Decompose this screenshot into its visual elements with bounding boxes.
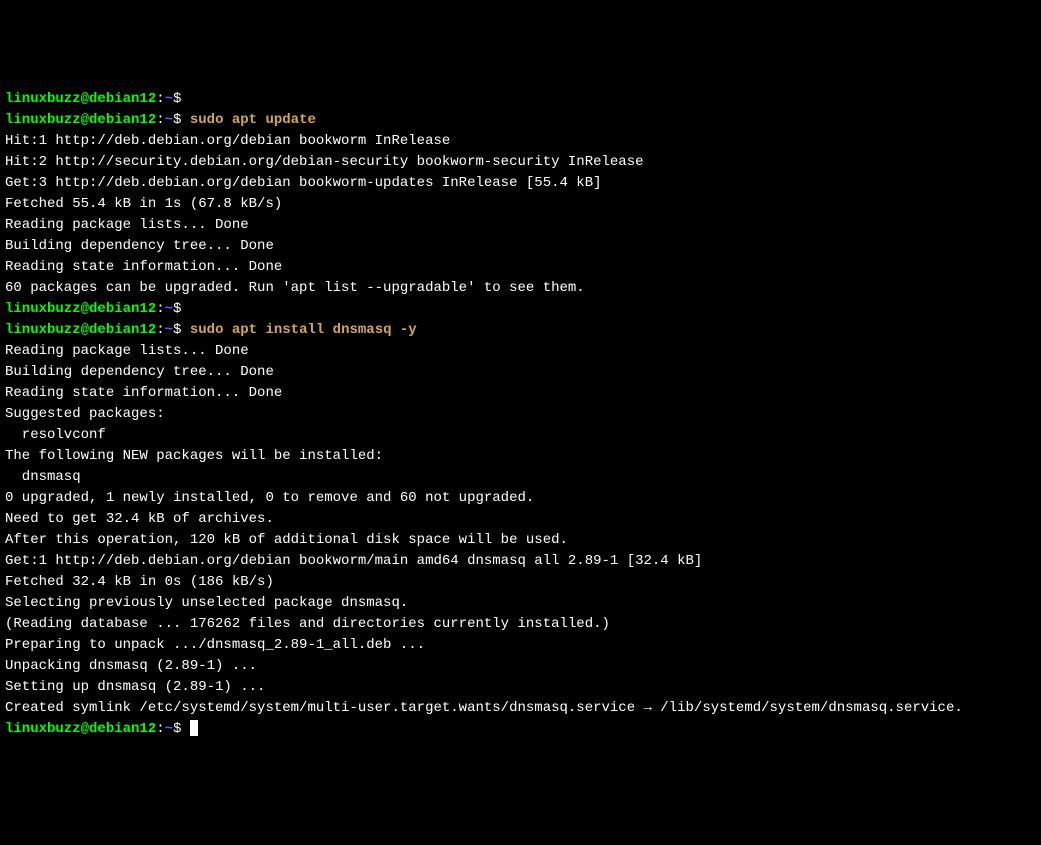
prompt-user: linuxbuzz@debian12 [5,322,156,338]
prompt-line: linuxbuzz@debian12:~$ sudo apt install d… [5,320,1036,341]
prompt-user: linuxbuzz@debian12 [5,112,156,128]
output-line: Hit:2 http://security.debian.org/debian-… [5,152,1036,173]
output-line: Selecting previously unselected package … [5,593,1036,614]
output-line: Get:3 http://deb.debian.org/debian bookw… [5,173,1036,194]
prompt-sep: : [156,112,164,128]
prompt-line: linuxbuzz@debian12:~$ [5,89,1036,110]
output-line: 0 upgraded, 1 newly installed, 0 to remo… [5,488,1036,509]
prompt-path: ~ [165,112,173,128]
terminal[interactable]: linuxbuzz@debian12:~$ linuxbuzz@debian12… [5,89,1036,740]
command-text: sudo apt install dnsmasq -y [190,322,417,338]
output-line: Need to get 32.4 kB of archives. [5,509,1036,530]
prompt-path: ~ [165,301,173,317]
output-line: Setting up dnsmasq (2.89-1) ... [5,677,1036,698]
output-line: The following NEW packages will be insta… [5,446,1036,467]
prompt-sep: : [156,301,164,317]
output-line: Reading state information... Done [5,383,1036,404]
prompt-sep: : [156,91,164,107]
output-line: Suggested packages: [5,404,1036,425]
prompt-sep: : [156,322,164,338]
prompt-dollar: $ [173,91,190,107]
prompt-line: linuxbuzz@debian12:~$ [5,719,1036,740]
prompt-line: linuxbuzz@debian12:~$ sudo apt update [5,110,1036,131]
command-text: sudo apt update [190,112,316,128]
prompt-path: ~ [165,91,173,107]
cursor[interactable] [190,720,198,736]
output-line: Get:1 http://deb.debian.org/debian bookw… [5,551,1036,572]
prompt-dollar: $ [173,721,190,737]
prompt-user: linuxbuzz@debian12 [5,91,156,107]
prompt-user: linuxbuzz@debian12 [5,301,156,317]
prompt-dollar: $ [173,301,190,317]
output-line: dnsmasq [5,467,1036,488]
prompt-user: linuxbuzz@debian12 [5,721,156,737]
output-line: Preparing to unpack .../dnsmasq_2.89-1_a… [5,635,1036,656]
prompt-dollar: $ [173,112,190,128]
output-line: resolvconf [5,425,1036,446]
output-line: Reading state information... Done [5,257,1036,278]
output-line: Building dependency tree... Done [5,236,1036,257]
output-line: Fetched 55.4 kB in 1s (67.8 kB/s) [5,194,1036,215]
output-line: (Reading database ... 176262 files and d… [5,614,1036,635]
prompt-path: ~ [165,322,173,338]
output-line: Building dependency tree... Done [5,362,1036,383]
output-line: Unpacking dnsmasq (2.89-1) ... [5,656,1036,677]
output-line: After this operation, 120 kB of addition… [5,530,1036,551]
output-line: Fetched 32.4 kB in 0s (186 kB/s) [5,572,1036,593]
output-line: Reading package lists... Done [5,215,1036,236]
output-line: Reading package lists... Done [5,341,1036,362]
output-line: 60 packages can be upgraded. Run 'apt li… [5,278,1036,299]
prompt-line: linuxbuzz@debian12:~$ [5,299,1036,320]
prompt-sep: : [156,721,164,737]
output-line: Hit:1 http://deb.debian.org/debian bookw… [5,131,1036,152]
prompt-path: ~ [165,721,173,737]
prompt-dollar: $ [173,322,190,338]
output-line: Created symlink /etc/systemd/system/mult… [5,698,1036,719]
